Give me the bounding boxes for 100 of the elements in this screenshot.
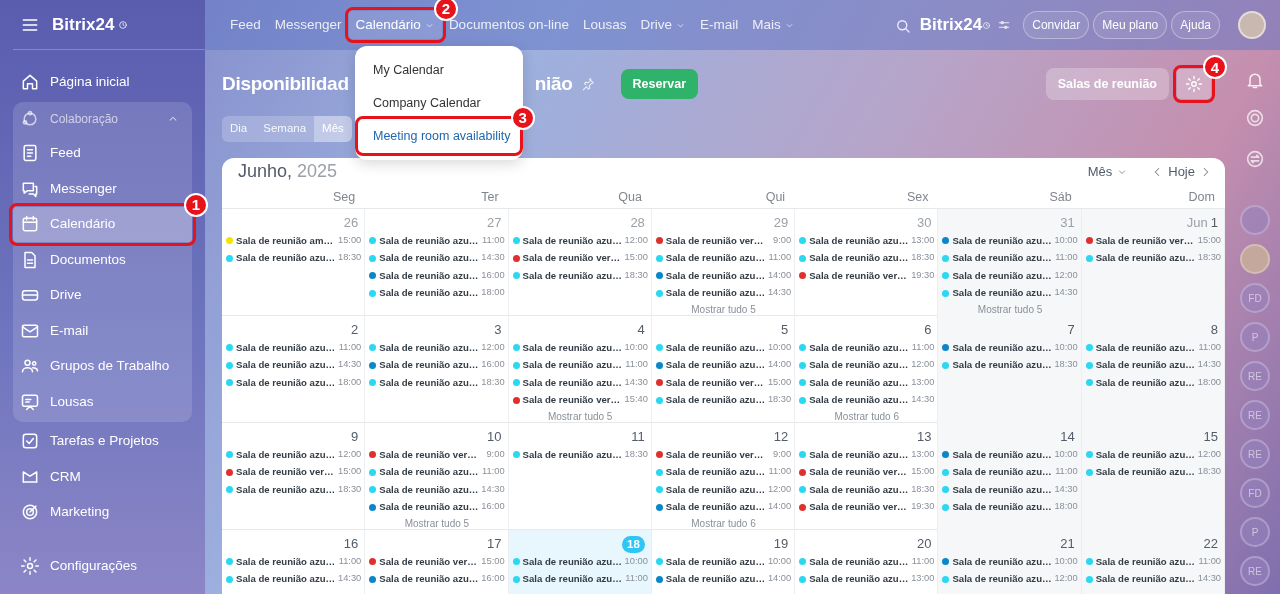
calendar-event[interactable]: Sala de reunião azu… 12:00 [942, 267, 1078, 285]
today-button[interactable]: Hoje [1164, 160, 1199, 183]
calendar-event[interactable]: Sala de reunião ver… 15:00 [512, 249, 648, 267]
sidebar-item[interactable]: Documentos [13, 242, 192, 278]
calendar-event[interactable]: Sala de reunião azu… 18:30 [799, 481, 935, 499]
calendar-event[interactable]: Sala de reunião azu… 11:00 [226, 553, 362, 571]
calendar-event[interactable]: Sala de reunião azu… 18:30 [226, 249, 362, 267]
calendar-event[interactable]: Sala de reunião azu… 14:30 [512, 374, 648, 392]
calendar-event[interactable]: Sala de reunião azu… 11:00 [799, 339, 935, 357]
calendar-event[interactable]: Sala de reunião azu… 10:00 [942, 339, 1078, 357]
calendar-event[interactable]: Sala de reunião azu… 18:30 [512, 446, 648, 464]
calendar-event[interactable]: Sala de reunião azu… 18:00 [942, 498, 1078, 516]
calendar-event[interactable]: Sala de reunião azu… 13:00 [799, 570, 935, 588]
calendar-event[interactable]: Sala de reunião azu… 12:00 [1085, 446, 1221, 464]
avatar-circle[interactable] [1238, 11, 1266, 39]
spiral-icon[interactable] [1244, 107, 1266, 129]
sidebar-item[interactable]: Marketing [13, 494, 192, 530]
calendar-event[interactable]: Sala de reunião azu… 13:00 [799, 446, 935, 464]
calendar-event[interactable]: Sala de reunião azu… 16:00 [369, 267, 505, 285]
user-avatar[interactable] [1240, 205, 1270, 235]
calendar-event[interactable]: Sala de reunião ver… 9:00 [655, 232, 792, 250]
calendar-event[interactable]: Sala de reunião azu… 13:00 [799, 374, 935, 392]
calendar-event[interactable]: Sala de reunião azu… 11:00 [512, 570, 648, 588]
calendar-event[interactable]: Sala de reunião azu… 11:00 [942, 463, 1078, 481]
calendar-event[interactable]: Sala de reunião azu… 10:00 [512, 553, 648, 571]
calendar-event[interactable]: Sala de reunião azu… 12:00 [369, 339, 505, 357]
calendar-event[interactable]: Sala de reunião azu… 12:00 [226, 446, 362, 464]
calendar-event[interactable]: Sala de reunião azu… 14:30 [655, 284, 792, 302]
calendar-event[interactable]: Sala de reunião azu… 18:30 [512, 267, 648, 285]
calendar-event[interactable]: Sala de reunião ver… 9:00 [369, 446, 505, 464]
menu-item[interactable]: Company Calendar [359, 86, 489, 120]
calendar-event[interactable]: Sala de reunião ver… 15:40 [512, 391, 648, 409]
calendar-event[interactable]: Sala de reunião azu… 11:00 [369, 232, 505, 250]
menu-item[interactable]: My Calendar [359, 54, 452, 87]
pin-icon[interactable] [580, 77, 595, 91]
calendar-event[interactable]: Sala de reunião azu… 10:00 [655, 553, 792, 571]
calendar-event[interactable]: Sala de reunião ver… 15:00 [799, 463, 935, 481]
calendar-event[interactable]: Sala de reunião azu… 18:30 [799, 249, 935, 267]
calendar-event[interactable]: Sala de reunião am… 15:00 [226, 232, 362, 250]
calendar-event[interactable]: Sala de reunião azu… 14:30 [1085, 356, 1221, 374]
calendar-event[interactable]: Sala de reunião azu… 14:30 [226, 356, 362, 374]
sidebar-item[interactable]: Feed [13, 135, 192, 171]
view-select[interactable]: Mês [1081, 160, 1135, 183]
calendar-event[interactable]: Sala de reunião azu… 11:00 [942, 249, 1078, 267]
calendar-event[interactable]: Sala de reunião azu… 12:00 [942, 570, 1078, 588]
calendar-event[interactable]: Sala de reunião azu… 18:30 [1085, 249, 1221, 267]
user-avatar[interactable] [1240, 244, 1270, 274]
calendar-event[interactable]: Sala de reunião azu… 11:00 [1085, 339, 1221, 357]
calendar-event[interactable]: Sala de reunião ver… 19:30 [799, 267, 935, 285]
calendar-event[interactable]: Sala de reunião azu… 12:00 [799, 356, 935, 374]
calendar-event[interactable]: Sala de reunião ver… 9:00 [655, 446, 792, 464]
calendar-event[interactable]: Sala de reunião azu… 16:00 [369, 356, 505, 374]
calendar-event[interactable]: Sala de reunião azu… 14:00 [655, 356, 792, 374]
calendar-event[interactable]: Sala de reunião azu… 14:30 [369, 249, 505, 267]
calendar-event[interactable]: Sala de reunião azu… 18:30 [655, 391, 792, 409]
calendar-event[interactable]: Sala de reunião azu… 10:00 [512, 339, 648, 357]
sidebar-item[interactable]: Página inicial [13, 64, 192, 100]
calendar-event[interactable]: Sala de reunião azu… 18:30 [1085, 463, 1221, 481]
calendar-event[interactable]: Sala de reunião ver… 15:00 [226, 463, 362, 481]
calendar-event[interactable]: Sala de reunião azu… 18:30 [942, 356, 1078, 374]
calendar-event[interactable]: Sala de reunião azu… 14:30 [226, 570, 362, 588]
calendar-event[interactable]: Sala de reunião azu… 14:30 [942, 481, 1078, 499]
calendar-event[interactable]: Sala de reunião azu… 11:00 [1085, 553, 1221, 571]
calendar-event[interactable]: Sala de reunião azu… 10:00 [655, 339, 792, 357]
calendar-event[interactable]: Sala de reunião ver… 19:30 [799, 498, 935, 516]
calendar-event[interactable]: Sala de reunião azu… 18:00 [369, 284, 505, 302]
calendar-event[interactable]: Sala de reunião azu… 14:00 [655, 498, 792, 516]
calendar-event[interactable]: Sala de reunião azu… 18:00 [226, 374, 362, 392]
calendar-event[interactable]: Sala de reunião azu… 14:30 [799, 391, 935, 409]
sidebar-item[interactable]: Tarefas e Projetos [13, 423, 192, 459]
calendar-event[interactable]: Sala de reunião azu… 14:30 [369, 481, 505, 499]
sidebar-item[interactable]: CRM [13, 459, 192, 495]
calendar-event[interactable]: Sala de reunião azu… 16:00 [369, 498, 505, 516]
calendar-event[interactable]: Sala de reunião ver… 15:00 [655, 374, 792, 392]
calendar-event[interactable]: Sala de reunião azu… 14:30 [942, 284, 1078, 302]
calendar-event[interactable]: Sala de reunião azu… 14:00 [655, 570, 792, 588]
calendar-event[interactable]: Sala de reunião azu… 11:00 [655, 249, 792, 267]
calendar-event[interactable]: Sala de reunião azu… 12:00 [655, 481, 792, 499]
calendar-event[interactable]: Sala de reunião azu… 14:30 [1085, 570, 1221, 588]
calendar-event[interactable]: Sala de reunião ver… 15:00 [1085, 232, 1221, 250]
sliders-icon[interactable] [997, 18, 1012, 32]
day-number: 1 [1210, 215, 1218, 230]
day-number: 30 [916, 215, 932, 230]
calendar-event[interactable]: Sala de reunião azu… 16:00 [369, 570, 505, 588]
calendar-event[interactable]: Sala de reunião azu… 18:30 [226, 481, 362, 499]
calendar-event[interactable]: Sala de reunião ver… 15:00 [369, 553, 505, 571]
calendar-event[interactable]: Sala de reunião azu… 10:00 [942, 232, 1078, 250]
calendar-event[interactable]: Sala de reunião azu… 10:00 [942, 553, 1078, 571]
calendar-event[interactable]: Sala de reunião azu… 11:00 [226, 339, 362, 357]
calendar-event[interactable]: Sala de reunião azu… 12:00 [512, 232, 648, 250]
calendar-event[interactable]: Sala de reunião azu… 10:00 [942, 446, 1078, 464]
calendar-event[interactable]: Sala de reunião azu… 11:00 [512, 356, 648, 374]
calendar-event[interactable]: Sala de reunião azu… 18:30 [369, 374, 505, 392]
calendar-event[interactable]: Sala de reunião azu… 14:00 [655, 267, 792, 285]
calendar-event[interactable]: Sala de reunião azu… 11:00 [655, 463, 792, 481]
calendar-event[interactable]: Sala de reunião azu… 13:00 [799, 232, 935, 250]
calendar-event[interactable]: Sala de reunião azu… 11:00 [369, 463, 505, 481]
chat-icon[interactable] [1244, 148, 1266, 170]
calendar-event[interactable]: Sala de reunião azu… 18:00 [1085, 374, 1221, 392]
calendar-event[interactable]: Sala de reunião azu… 11:00 [799, 553, 935, 571]
